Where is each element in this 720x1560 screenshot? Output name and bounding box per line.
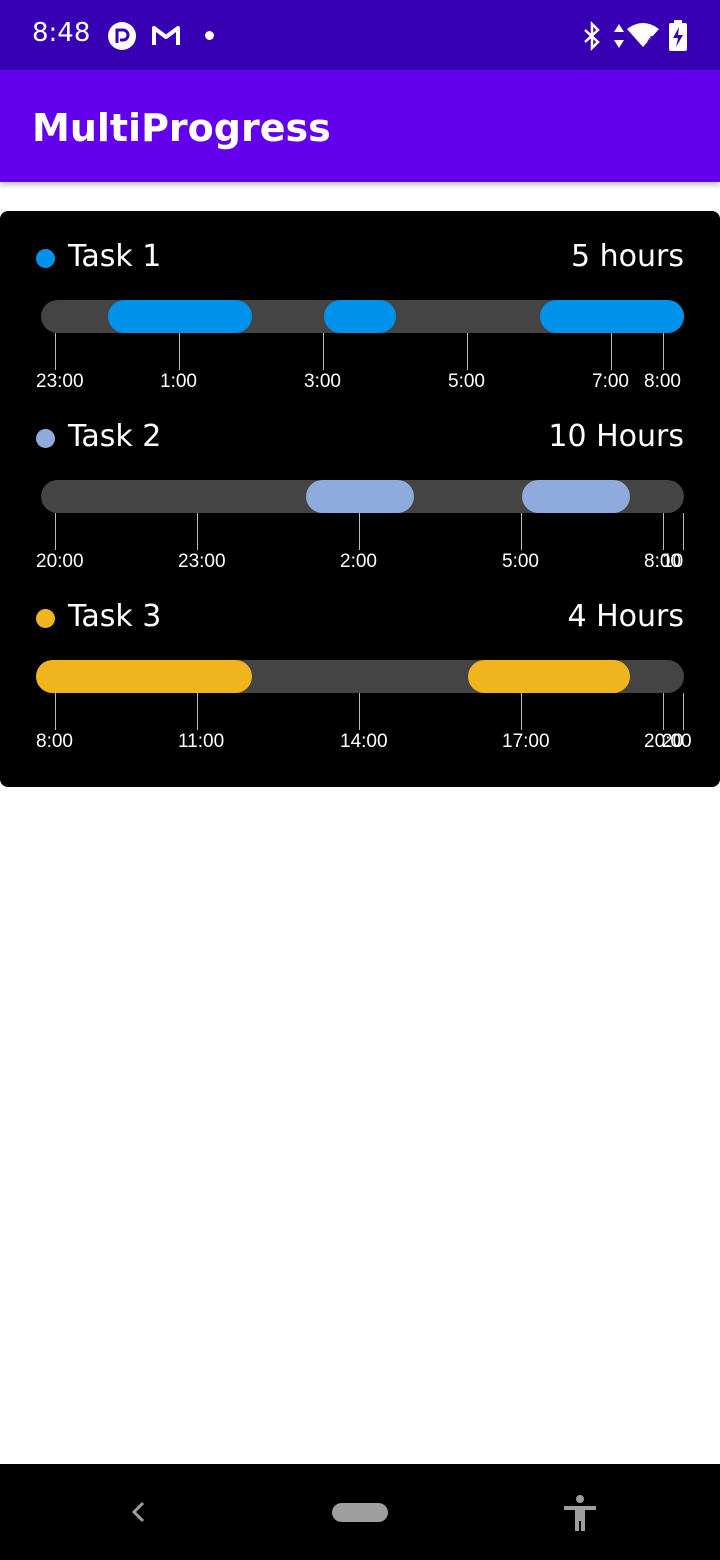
time-tick bbox=[197, 693, 198, 730]
time-tick bbox=[55, 693, 56, 730]
accessibility-icon[interactable] bbox=[562, 1494, 598, 1532]
time-tick bbox=[55, 333, 56, 370]
time-tick bbox=[663, 333, 664, 370]
progress-segment bbox=[522, 480, 630, 513]
tick-label: 8:00 bbox=[644, 371, 681, 392]
tick-label: 5:00 bbox=[502, 551, 539, 572]
pocket-casts-icon bbox=[108, 22, 136, 50]
task-row-3: Task 3 4 Hours 8:00 11:00 14:00 17:00 20… bbox=[0, 571, 720, 752]
tick-label: 7:00 bbox=[592, 371, 629, 392]
tick-label: 17:00 bbox=[502, 731, 550, 752]
progress-segment bbox=[108, 300, 252, 333]
progress-segment bbox=[36, 660, 252, 693]
wifi-icon: 4 bbox=[627, 23, 659, 47]
data-arrows-icon bbox=[614, 24, 624, 48]
task-name: Task 3 bbox=[68, 599, 162, 634]
status-time: 8:48 bbox=[32, 18, 91, 48]
progress-segment bbox=[468, 660, 630, 693]
tick-label: 10:00 bbox=[662, 551, 684, 572]
tick-label: 23:00 bbox=[178, 551, 226, 572]
tick-label: 3:00 bbox=[304, 371, 341, 392]
tick-label: 23:00 bbox=[36, 371, 84, 392]
svg-text:4: 4 bbox=[647, 34, 654, 47]
navigation-bar bbox=[0, 1464, 720, 1560]
time-tick bbox=[359, 693, 360, 730]
tick-label: 2:00 bbox=[340, 551, 377, 572]
tick-label: 20:00 bbox=[36, 551, 84, 572]
task-color-dot bbox=[36, 429, 55, 448]
progress-segment bbox=[306, 480, 414, 513]
time-tick bbox=[521, 693, 522, 730]
tick-label: 8:00 bbox=[36, 731, 73, 752]
battery-charging-icon bbox=[669, 20, 687, 51]
app-bar: MultiProgress bbox=[0, 70, 720, 182]
time-tick bbox=[359, 513, 360, 550]
task-progress-card: Task 1 5 hours 23:00 1:00 3:00 5:00 7:00… bbox=[0, 211, 720, 787]
task-row-1: Task 1 5 hours 23:00 1:00 3:00 5:00 7:00… bbox=[0, 211, 720, 392]
task-duration: 10 Hours bbox=[548, 419, 684, 454]
tick-label: 14:00 bbox=[340, 731, 388, 752]
time-tick bbox=[197, 513, 198, 550]
bluetooth-icon bbox=[584, 21, 600, 51]
time-tick bbox=[663, 693, 664, 730]
time-tick bbox=[683, 513, 684, 550]
tick-label: 5:00 bbox=[448, 371, 485, 392]
tick-label: 1:00 bbox=[160, 371, 197, 392]
task-color-dot bbox=[36, 249, 55, 268]
progress-segment bbox=[324, 300, 396, 333]
time-tick bbox=[55, 513, 56, 550]
back-icon[interactable] bbox=[126, 1499, 152, 1525]
home-pill-icon[interactable] bbox=[332, 1503, 388, 1522]
time-tick bbox=[611, 333, 612, 370]
task-duration: 4 Hours bbox=[567, 599, 684, 634]
time-tick bbox=[467, 333, 468, 370]
time-tick bbox=[683, 693, 684, 730]
tick-label: 11:00 bbox=[178, 731, 225, 752]
time-tick bbox=[521, 513, 522, 550]
task-name: Task 2 bbox=[68, 419, 162, 454]
progress-segment bbox=[540, 300, 684, 333]
status-bar: 8:48 4 bbox=[0, 0, 720, 70]
task-color-dot bbox=[36, 609, 55, 628]
app-title: MultiProgress bbox=[32, 106, 331, 150]
task-duration: 5 hours bbox=[571, 239, 684, 274]
gmail-icon bbox=[152, 26, 180, 45]
task-row-2: Task 2 10 Hours 20:00 23:00 2:00 5:00 8:… bbox=[0, 391, 720, 572]
task-name: Task 1 bbox=[68, 239, 162, 274]
time-tick bbox=[179, 333, 180, 370]
tick-label: 20:00 bbox=[662, 731, 684, 752]
dot-icon bbox=[205, 31, 214, 40]
time-tick bbox=[323, 333, 324, 370]
time-tick bbox=[663, 513, 664, 550]
